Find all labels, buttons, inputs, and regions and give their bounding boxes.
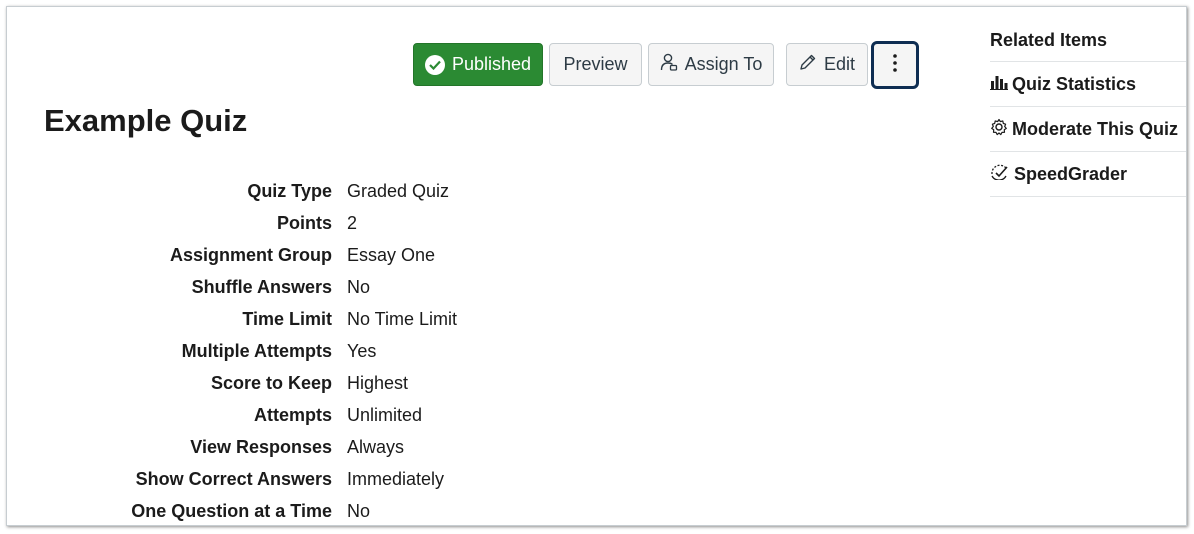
quiz-details: Quiz Type Graded Quiz Points 2 Assignmen… <box>7 179 707 525</box>
detail-value: 2 <box>347 213 358 233</box>
detail-value: Yes <box>347 341 377 361</box>
detail-row-shuffle-answers: Shuffle Answers No <box>7 275 707 307</box>
detail-row-points: Points 2 <box>7 211 707 243</box>
check-circle-icon <box>424 54 445 75</box>
detail-value: Highest <box>347 373 409 393</box>
detail-value: Immediately <box>347 469 445 489</box>
detail-label: Points <box>276 213 332 233</box>
detail-row-time-limit: Time Limit No Time Limit <box>7 307 707 339</box>
detail-row-score-to-keep: Score to Keep Highest <box>7 371 707 403</box>
detail-row-multiple-attempts: Multiple Attempts Yes <box>7 339 707 371</box>
preview-label: Preview <box>563 54 628 74</box>
published-label: Published <box>451 54 532 74</box>
detail-label: One Question at a Time <box>131 501 332 521</box>
sidebar-item-label: Quiz Statistics <box>1012 73 1137 94</box>
sidebar-item-speedgrader[interactable]: SpeedGrader <box>990 152 1186 197</box>
edit-label: Edit <box>823 54 856 74</box>
quiz-page: Published Preview Assign To Edit Example… <box>6 6 1187 526</box>
detail-row-attempts: Attempts Unlimited <box>7 403 707 435</box>
sidebar-item-label: SpeedGrader <box>1014 163 1128 184</box>
detail-value: No <box>347 501 371 521</box>
detail-label: Time Limit <box>242 309 332 329</box>
detail-value: No <box>347 277 371 297</box>
sidebar-item-moderate-quiz[interactable]: Moderate This Quiz <box>990 107 1186 152</box>
speedgrader-icon <box>990 164 1010 185</box>
sidebar-item-label: Moderate This Quiz <box>1012 118 1179 139</box>
preview-button[interactable]: Preview <box>549 43 642 86</box>
related-items-heading: Related Items <box>990 25 1186 62</box>
detail-label: Shuffle Answers <box>191 277 332 297</box>
detail-value: Graded Quiz <box>347 181 450 201</box>
detail-value: Essay One <box>347 245 436 265</box>
detail-value: Always <box>347 437 405 457</box>
detail-row-view-responses: View Responses Always <box>7 435 707 467</box>
detail-label: View Responses <box>190 437 332 457</box>
more-options-button[interactable] <box>871 41 919 89</box>
edit-button[interactable]: Edit <box>786 43 868 86</box>
detail-row-assignment-group: Assignment Group Essay One <box>7 243 707 275</box>
detail-label: Show Correct Answers <box>135 469 332 489</box>
page-title: Example Quiz <box>44 103 248 138</box>
detail-label: Attempts <box>253 405 332 425</box>
detail-value: Unlimited <box>347 405 423 425</box>
detail-label: Assignment Group <box>169 245 332 265</box>
user-assign-icon <box>660 53 678 76</box>
published-button[interactable]: Published <box>413 43 543 86</box>
related-items-sidebar: Related Items Quiz Statistics Moderate T… <box>990 25 1186 197</box>
kebab-vertical-icon <box>892 53 898 78</box>
gear-icon <box>990 118 1008 141</box>
detail-label: Score to Keep <box>210 373 332 393</box>
sidebar-item-quiz-statistics[interactable]: Quiz Statistics <box>990 62 1186 107</box>
detail-row-show-correct-answers: Show Correct Answers Immediately <box>7 467 707 499</box>
detail-value: No Time Limit <box>347 309 458 329</box>
detail-label: Quiz Type <box>247 181 332 201</box>
pencil-icon <box>799 53 817 76</box>
detail-row-quiz-type: Quiz Type Graded Quiz <box>7 179 707 211</box>
assign-to-label: Assign To <box>684 54 763 74</box>
detail-label: Multiple Attempts <box>181 341 332 361</box>
detail-row-one-question-at-a-time: One Question at a Time No <box>7 499 707 525</box>
bar-chart-icon <box>990 74 1008 95</box>
assign-to-button[interactable]: Assign To <box>648 43 774 86</box>
